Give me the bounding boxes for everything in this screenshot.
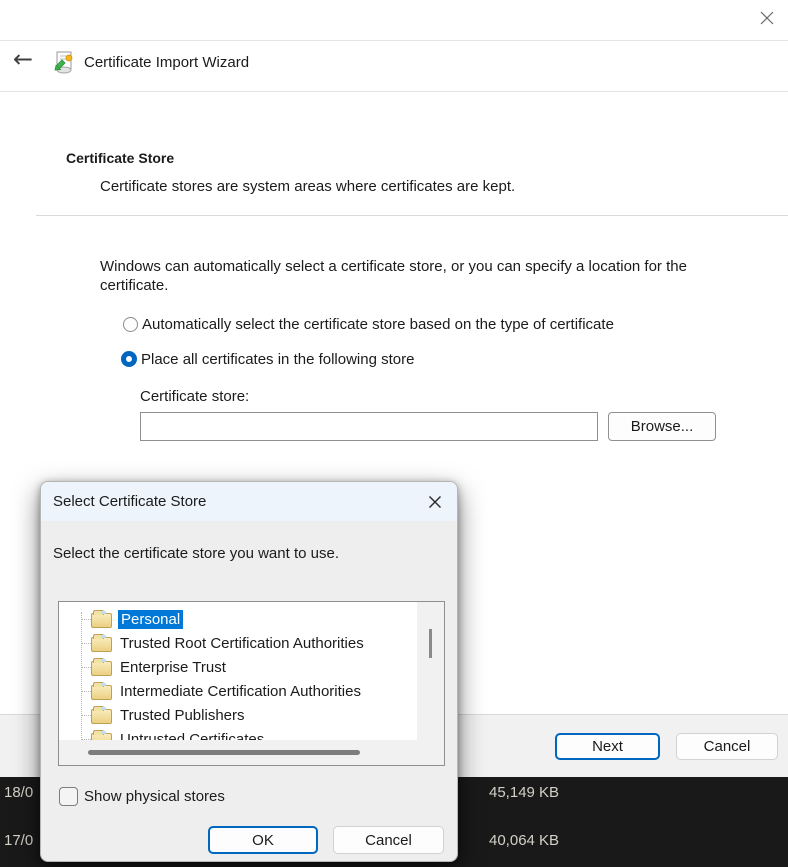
file-row-size: 40,064 KB [489,832,559,849]
horizontal-scrollbar[interactable] [59,741,418,765]
folder-icon [91,709,112,724]
vertical-scrollbar[interactable] [418,602,444,740]
next-button[interactable]: Next [555,733,660,760]
store-item-label: Untrusted Certificates [120,731,264,741]
dialog-cancel-button[interactable]: Cancel [333,826,444,854]
radio-automatic-store[interactable] [123,317,138,332]
radio-place-in-store[interactable] [121,351,137,367]
certificate-store-list: Personal Trusted Root Certification Auth… [58,601,445,766]
store-item-label: Trusted Publishers [120,707,245,724]
close-icon [758,9,776,27]
select-certificate-store-dialog: Select Certificate Store Select the cert… [40,481,458,862]
folder-icon [91,685,112,700]
folder-icon [91,733,112,741]
browse-button[interactable]: Browse... [608,412,716,441]
folder-icon [91,637,112,652]
radio-place-in-store-label[interactable]: Place all certificates in the following … [141,351,414,368]
section-divider [36,215,788,216]
store-item-label: Intermediate Certification Authorities [120,683,361,700]
store-tree: Personal Trusted Root Certification Auth… [59,602,417,740]
ok-button[interactable]: OK [208,826,318,854]
folder-icon [91,613,112,628]
wizard-title: Certificate Import Wizard [84,54,249,71]
store-item-label: Enterprise Trust [120,659,226,676]
dialog-titlebar: Select Certificate Store [41,482,457,521]
list-item[interactable]: Personal [59,607,417,631]
certificate-store-input[interactable] [140,412,598,441]
store-item-label: Trusted Root Certification Authorities [120,635,364,652]
file-row-date: 17/0 [4,832,33,849]
description-text: Windows can automatically select a certi… [100,257,728,295]
show-physical-stores-checkbox[interactable] [59,787,78,806]
horizontal-scrollbar-thumb[interactable] [88,750,360,755]
list-item[interactable]: Untrusted Certificates [59,727,417,740]
page-subtitle: Certificate stores are system areas wher… [100,178,515,195]
certificate-import-icon [52,50,76,74]
list-item[interactable]: Enterprise Trust [59,655,417,679]
wizard-cancel-button[interactable]: Cancel [676,733,778,760]
file-row-size: 45,149 KB [489,784,559,801]
titlebar-divider [0,40,788,41]
certificate-store-field-label: Certificate store: [140,388,249,405]
dialog-instruction: Select the certificate store you want to… [53,545,339,562]
list-item[interactable]: Trusted Publishers [59,703,417,727]
dialog-close-icon[interactable] [425,492,445,512]
page-title: Certificate Store [66,150,174,166]
list-item[interactable]: Intermediate Certification Authorities [59,679,417,703]
list-item[interactable]: Trusted Root Certification Authorities [59,631,417,655]
dialog-title: Select Certificate Store [53,493,206,510]
back-arrow-icon[interactable]: ← [13,47,33,71]
radio-automatic-store-label[interactable]: Automatically select the certificate sto… [142,316,614,333]
store-item-label: Personal [118,610,183,629]
header-divider [0,91,788,92]
window-close-icon[interactable] [756,7,778,29]
file-row-date: 18/0 [4,784,33,801]
show-physical-stores-label: Show physical stores [84,788,225,805]
vertical-scrollbar-thumb[interactable] [429,629,432,658]
folder-icon [91,661,112,676]
show-physical-stores-row[interactable]: Show physical stores [59,787,225,806]
